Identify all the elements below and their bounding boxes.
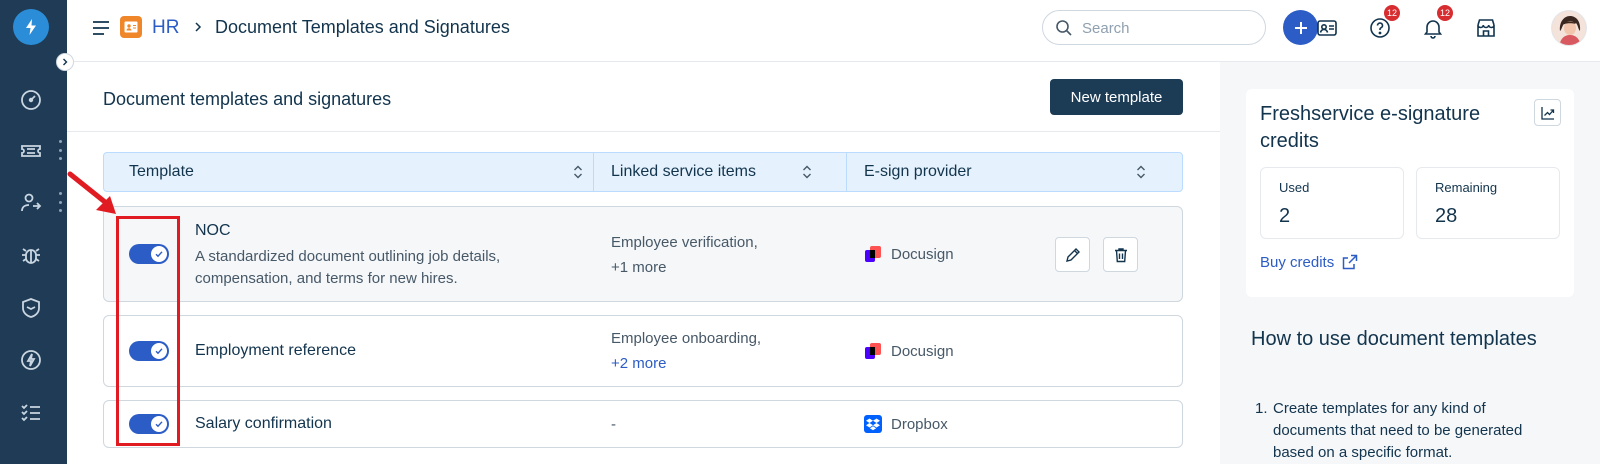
esign-provider: Docusign <box>864 245 954 263</box>
tasks-icon[interactable] <box>17 398 45 426</box>
remaining-label: Remaining <box>1435 180 1498 195</box>
credits-title: Freshservice e-signature credits <box>1260 103 1481 152</box>
provider-name: Dropbox <box>891 415 948 433</box>
trash-icon <box>1114 247 1127 262</box>
page-title: Document Templates and Signatures <box>215 17 510 37</box>
used-credits-stat: Used 2 <box>1260 167 1404 239</box>
step-number: 1. <box>1255 400 1268 417</box>
linked-service-items: - <box>611 412 616 437</box>
hamburger-menu-icon[interactable] <box>91 18 111 38</box>
external-link-icon <box>1342 254 1358 270</box>
template-name[interactable]: Employment reference <box>195 342 356 360</box>
dropbox-logo-icon <box>864 415 882 433</box>
linked-service-items: Employee onboarding, +2 more <box>611 326 761 376</box>
search-box[interactable] <box>1042 10 1266 45</box>
requesters-icon[interactable] <box>17 189 45 217</box>
provider-name: Docusign <box>891 342 954 360</box>
linked-items-more: +1 more <box>611 259 667 276</box>
template-name[interactable]: Salary confirmation <box>195 415 332 433</box>
docusign-logo-icon <box>865 343 881 359</box>
template-description: A standardized document outlining job de… <box>195 248 501 287</box>
usage-chart-button[interactable] <box>1534 99 1561 126</box>
bell-icon[interactable]: 12 <box>1417 5 1453 44</box>
edit-button[interactable] <box>1055 237 1090 272</box>
help-badge: 12 <box>1383 5 1400 21</box>
chevron-right-icon <box>191 20 205 34</box>
freshservice-logo-icon[interactable] <box>13 9 49 45</box>
table-row[interactable]: Employment reference Employee onboarding… <box>103 315 1183 387</box>
buy-credits-link[interactable]: Buy credits <box>1260 253 1359 271</box>
esignature-credits-card: Freshservice e-signature credits Used 2 … <box>1246 89 1574 297</box>
column-separator <box>593 153 594 191</box>
column-separator <box>846 153 847 191</box>
trend-chart-icon <box>1540 106 1554 120</box>
esign-provider: Docusign <box>864 342 954 360</box>
new-template-button[interactable]: New template <box>1050 79 1183 115</box>
used-value: 2 <box>1279 205 1291 227</box>
hr-workspace-icon <box>120 16 142 38</box>
column-header-linked-service-items[interactable]: Linked service items <box>611 153 756 191</box>
plus-icon <box>1294 21 1307 34</box>
sort-icon[interactable] <box>800 164 814 180</box>
search-input[interactable] <box>1082 17 1252 39</box>
help-icon[interactable]: 12 <box>1364 5 1400 44</box>
contacts-icon[interactable] <box>1311 12 1343 44</box>
esign-provider: Dropbox <box>864 415 948 433</box>
store-icon[interactable] <box>1470 12 1502 44</box>
table-row[interactable]: Salary confirmation - Dropbox <box>103 400 1183 448</box>
right-panel: Freshservice e-signature credits Used 2 … <box>1220 62 1600 464</box>
column-header-template[interactable]: Template <box>129 153 194 191</box>
bug-icon[interactable] <box>17 241 45 269</box>
delete-button[interactable] <box>1103 237 1138 272</box>
shield-icon[interactable] <box>17 294 45 322</box>
linked-items-text: - <box>611 416 616 433</box>
tickets-more-icon[interactable] <box>58 140 62 160</box>
buy-credits-label[interactable]: Buy credits <box>1260 254 1334 271</box>
notifications-badge: 12 <box>1436 5 1453 21</box>
search-icon <box>1055 19 1073 37</box>
howto-title: How to use document templates <box>1251 328 1537 350</box>
provider-name: Docusign <box>891 245 954 263</box>
linked-items-text: Employee verification, <box>611 234 758 251</box>
section-title: Document templates and signatures <box>103 89 392 109</box>
linked-service-items: Employee verification, +1 more <box>611 230 758 280</box>
chevron-right-icon <box>63 58 68 66</box>
left-nav <box>0 0 67 464</box>
table-row[interactable]: NOC A standardized document outlining jo… <box>103 206 1183 302</box>
top-header: HR Document Templates and Signatures 12 … <box>67 0 1600 62</box>
collapse-nav-button[interactable] <box>56 53 74 71</box>
used-label: Used <box>1279 180 1310 195</box>
annotation-arrow-icon <box>67 171 116 214</box>
breadcrumb-workspace-link[interactable]: HR <box>152 17 179 39</box>
requesters-more-icon[interactable] <box>58 192 62 212</box>
linked-items-more-link[interactable]: +2 more <box>611 351 761 376</box>
step-text: Create templates for any kind of documen… <box>1273 400 1523 461</box>
linked-items-text: Employee onboarding, <box>611 330 762 347</box>
main-content: Document templates and signatures New te… <box>67 62 1220 464</box>
pencil-icon <box>1065 247 1080 262</box>
dashboard-icon[interactable] <box>17 86 45 114</box>
annotation-highlight-box <box>116 216 180 446</box>
user-avatar[interactable] <box>1551 10 1587 46</box>
docusign-logo-icon <box>865 246 881 262</box>
tickets-icon[interactable] <box>17 137 45 165</box>
template-name[interactable]: NOC <box>195 222 231 240</box>
remaining-credits-stat: Remaining 28 <box>1416 167 1560 239</box>
remaining-value: 28 <box>1435 205 1458 227</box>
sort-icon[interactable] <box>571 164 585 180</box>
divider <box>67 131 1220 132</box>
table-header: Template Linked service items E-sign pro… <box>103 152 1183 192</box>
automation-icon[interactable] <box>17 346 45 374</box>
column-header-esign-provider[interactable]: E-sign provider <box>864 153 972 191</box>
sort-icon[interactable] <box>1134 164 1148 180</box>
